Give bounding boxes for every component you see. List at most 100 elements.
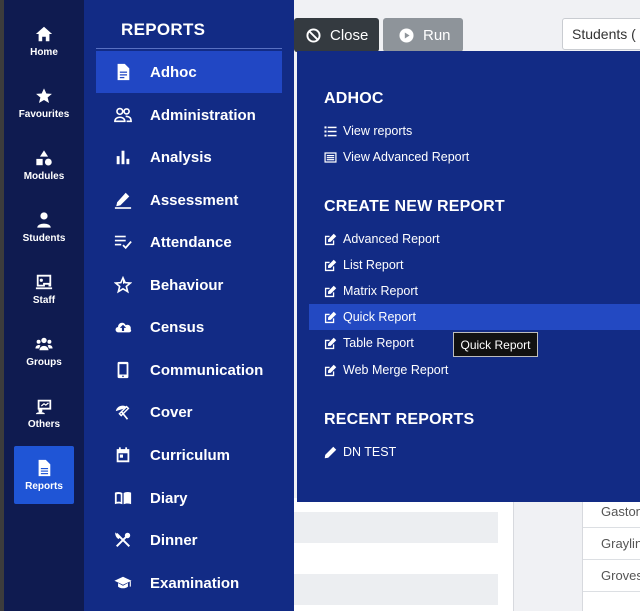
edit-icon <box>324 311 337 323</box>
flyout-item-label: Quick Report <box>343 310 416 324</box>
flyout-item-label: DN TEST <box>343 445 397 459</box>
reports-item-administration[interactable]: Administration <box>96 94 282 136</box>
star-outline-icon <box>114 276 132 294</box>
rail-item-label: Reports <box>25 480 63 492</box>
file-text-icon <box>117 63 130 81</box>
reports-item-curriculum[interactable]: Curriculum <box>96 434 282 476</box>
reports-item-analysis[interactable]: Analysis <box>96 136 282 178</box>
reports-item-label: Cover <box>150 403 193 421</box>
close-button[interactable]: Close <box>294 18 379 52</box>
recent-section-title: RECENT REPORTS <box>324 411 475 428</box>
recent-report-dn-test-link[interactable]: DN TEST <box>309 439 640 465</box>
calendar-icon <box>116 447 130 463</box>
rail-item-label: Others <box>27 418 61 430</box>
ban-icon <box>306 27 321 43</box>
view-advanced-report-link[interactable]: View Advanced Report <box>309 144 640 170</box>
cloud-upload-icon <box>115 322 132 333</box>
presentation-icon <box>35 399 52 414</box>
edit-icon <box>324 364 337 376</box>
quick-report-link[interactable]: Quick Report <box>309 304 640 330</box>
reports-item-examination[interactable]: Examination <box>96 562 282 604</box>
graduation-cap-icon <box>114 576 132 589</box>
advanced-report-link[interactable]: Advanced Report <box>309 226 640 252</box>
matrix-report-link[interactable]: Matrix Report <box>309 278 640 304</box>
people-icon <box>114 107 132 123</box>
flyout-item-label: Web Merge Report <box>343 363 449 377</box>
edit-icon <box>324 337 337 349</box>
reports-item-cover[interactable]: Cover <box>96 391 282 433</box>
pen-icon <box>114 192 132 209</box>
utensils-icon <box>115 532 131 548</box>
run-button-label: Run <box>423 26 451 44</box>
rail-item-others[interactable]: Others <box>14 384 74 442</box>
rail-item-label: Staff <box>32 294 56 306</box>
list-icon <box>324 125 337 137</box>
reports-item-label: Census <box>150 318 205 336</box>
rail-item-students[interactable]: Students <box>14 198 74 256</box>
rail-item-modules[interactable]: Modules <box>14 136 74 194</box>
background-table: Gaston Graylin Groves <box>582 490 640 611</box>
flyout-item-label: Matrix Report <box>343 284 419 298</box>
students-select[interactable]: Students ( <box>562 18 640 50</box>
table-cell[interactable]: Graylin <box>583 528 640 560</box>
rail-item-home[interactable]: Home <box>14 12 74 70</box>
flyout-item-label: Table Report <box>343 336 414 350</box>
rail-item-label: Modules <box>23 170 65 182</box>
reports-menu: REPORTS Adhoc Administration Analysis As… <box>84 0 294 611</box>
rail-item-label: Students <box>22 232 66 244</box>
reports-item-diary[interactable]: Diary <box>96 477 282 519</box>
table-cell[interactable]: Groves <box>583 560 640 592</box>
close-button-label: Close <box>330 26 369 44</box>
rail-item-label: Home <box>30 46 58 58</box>
rail-item-groups[interactable]: Groups <box>14 322 74 380</box>
view-reports-link[interactable]: View reports <box>309 118 640 144</box>
rail-item-label: Groups <box>26 356 62 368</box>
reports-item-census[interactable]: Census <box>96 306 282 348</box>
list-check-icon <box>114 235 132 250</box>
chalkboard-icon <box>35 274 53 289</box>
web-merge-report-link[interactable]: Web Merge Report <box>309 357 640 383</box>
adhoc-section-title: ADHOC <box>324 90 384 107</box>
reports-item-attendance[interactable]: Attendance <box>96 221 282 263</box>
tooltip: Quick Report <box>453 332 538 357</box>
reports-item-adhoc[interactable]: Adhoc <box>96 51 282 93</box>
reports-item-label: Behaviour <box>150 276 224 294</box>
flyout-item-label: View reports <box>343 124 413 138</box>
reports-item-communication[interactable]: Communication <box>96 349 282 391</box>
star-icon <box>36 87 52 103</box>
edit-icon <box>324 259 337 271</box>
file-icon <box>38 459 51 476</box>
flyout-item-label: View Advanced Report <box>343 150 470 164</box>
icon-rail: Home Favourites Modules Students Staff G… <box>0 0 84 611</box>
flyout-item-label: List Report <box>343 258 404 272</box>
reports-item-label: Analysis <box>150 148 212 166</box>
book-icon <box>114 491 132 505</box>
reports-item-label: Diary <box>150 489 188 507</box>
reports-item-label: Attendance <box>150 233 232 251</box>
user-icon <box>37 211 51 228</box>
background-row <box>294 512 498 543</box>
phone-icon <box>117 361 129 379</box>
adhoc-flyout: ADHOC View reports View Advanced Report … <box>297 51 640 502</box>
reports-item-dinner[interactable]: Dinner <box>96 519 282 561</box>
bar-chart-icon <box>116 150 130 165</box>
flyout-item-label: Advanced Report <box>343 232 440 246</box>
background-row <box>294 543 498 574</box>
reports-item-label: Adhoc <box>150 63 197 81</box>
shapes-icon <box>36 149 52 165</box>
table-list-icon <box>324 151 337 163</box>
rail-item-favourites[interactable]: Favourites <box>14 74 74 132</box>
reports-item-label: Communication <box>150 361 264 379</box>
reports-item-behaviour[interactable]: Behaviour <box>96 264 282 306</box>
reports-item-label: Dinner <box>150 531 198 549</box>
rail-item-staff[interactable]: Staff <box>14 260 74 318</box>
divider <box>96 48 282 49</box>
list-report-link[interactable]: List Report <box>309 252 640 278</box>
reports-item-label: Curriculum <box>150 446 231 464</box>
rail-item-reports[interactable]: Reports <box>14 446 74 504</box>
rail-item-label: Favourites <box>18 108 70 120</box>
run-button[interactable]: Run <box>383 18 463 52</box>
reports-item-assessment[interactable]: Assessment <box>96 179 282 221</box>
reports-item-label: Examination <box>150 574 240 592</box>
users-icon <box>35 337 53 350</box>
